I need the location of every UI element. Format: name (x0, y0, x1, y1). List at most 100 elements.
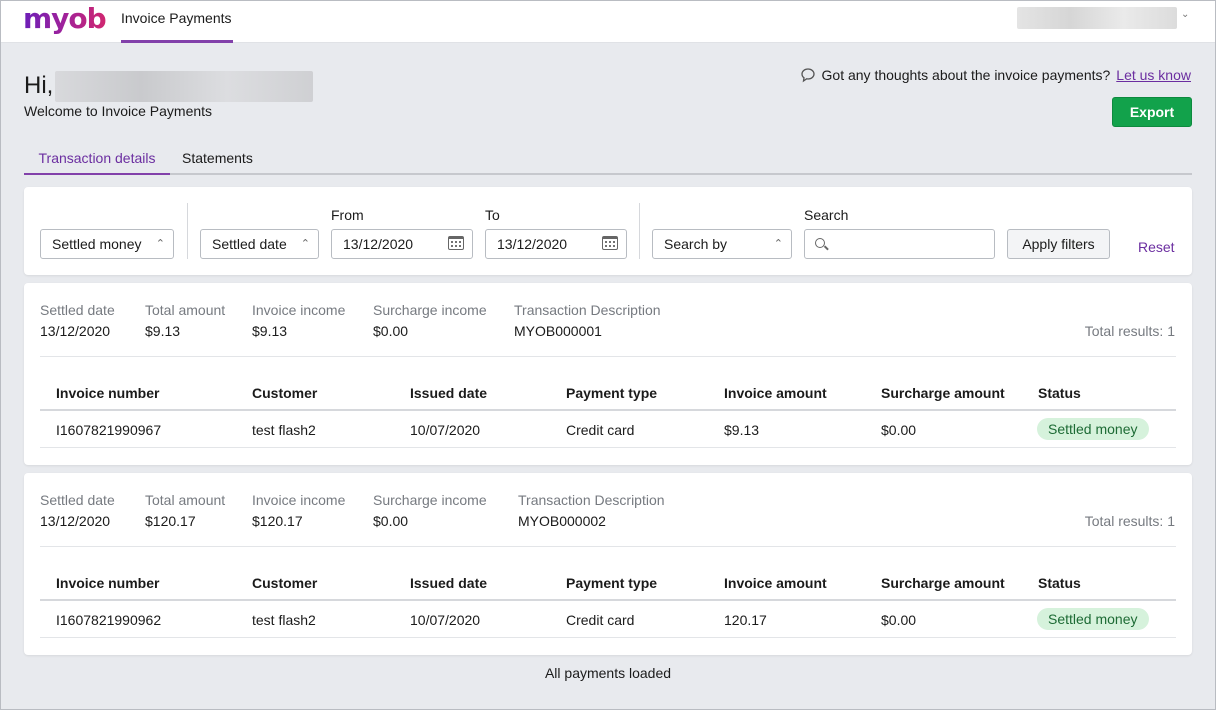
speech-bubble-icon (800, 68, 815, 83)
col-header-status: Status (1038, 575, 1081, 591)
surcharge-income-label: Surcharge income (373, 302, 487, 318)
money-type-select[interactable]: Settled money ⌃ (40, 229, 174, 259)
total-amount-value: $120.17 (145, 513, 196, 529)
money-type-value: Settled money (52, 236, 142, 252)
invoice-income-value: $120.17 (252, 513, 303, 529)
col-header-issued-date: Issued date (410, 385, 488, 401)
description-label: Transaction Description (518, 492, 665, 508)
cell-issued-date: 10/07/2020 (410, 612, 481, 628)
transaction-card: Settled date 13/12/2020 Total amount $12… (24, 473, 1192, 655)
surcharge-income-value: $0.00 (373, 323, 409, 339)
divider (40, 356, 1176, 357)
reset-link[interactable]: Reset (1138, 239, 1175, 255)
nav-tab-invoice-payments[interactable]: Invoice Payments (121, 1, 233, 43)
to-date-input[interactable]: 13/12/2020 (485, 229, 627, 259)
search-by-value: Search by (664, 236, 728, 252)
search-input[interactable] (804, 229, 995, 259)
top-bar: myob Invoice Payments ⌄ (1, 1, 1215, 43)
total-amount-label: Total amount (145, 492, 226, 508)
tab-bar: Transaction details Statements (24, 143, 1192, 175)
updown-chevron-icon: ⌃ (773, 238, 783, 250)
updown-chevron-icon: ⌃ (300, 238, 310, 250)
total-amount-value: $9.13 (145, 323, 181, 339)
table-header-divider (40, 409, 1176, 411)
calendar-icon[interactable] (602, 236, 618, 250)
total-results: Total results: 1 (1084, 513, 1175, 529)
settled-date-label: Settled date (40, 302, 115, 318)
col-header-invoice-number: Invoice number (56, 385, 160, 401)
myob-logo[interactable]: myob (23, 3, 107, 35)
cell-surcharge-amount: $0.00 (881, 422, 917, 438)
status-badge: Settled money (1037, 608, 1149, 630)
cell-invoice-number: I1607821990967 (56, 422, 162, 438)
from-label: From (331, 207, 364, 223)
date-type-select[interactable]: Settled date ⌃ (200, 229, 319, 259)
row-divider (40, 637, 1176, 638)
cell-invoice-number: I1607821990962 (56, 612, 162, 628)
user-name-redacted (1017, 7, 1177, 29)
updown-chevron-icon: ⌃ (155, 238, 165, 250)
description-value: MYOB000002 (518, 513, 606, 529)
tab-statements[interactable]: Statements (182, 143, 253, 175)
all-payments-loaded-text: All payments loaded (544, 665, 672, 681)
col-header-customer: Customer (252, 575, 318, 591)
col-header-surcharge-amount: Surcharge amount (881, 575, 1005, 591)
invoice-income-label: Invoice income (252, 302, 346, 318)
user-email-redacted (55, 71, 313, 102)
from-date-input[interactable]: 13/12/2020 (331, 229, 473, 259)
filter-panel: Settled money ⌃ Settled date ⌃ From 13/1… (24, 187, 1192, 275)
tab-transaction-details[interactable]: Transaction details (24, 143, 170, 175)
greeting-hi: Hi, (24, 72, 54, 99)
welcome-text: Welcome to Invoice Payments (24, 103, 213, 119)
row-divider (40, 447, 1176, 448)
table-header-divider (40, 599, 1176, 601)
divider (639, 203, 640, 259)
user-menu[interactable]: ⌄ (1017, 7, 1193, 29)
let-us-know-link[interactable]: Let us know (1116, 67, 1191, 83)
apply-filters-button[interactable]: Apply filters (1007, 229, 1110, 259)
cell-customer: test flash2 (252, 422, 316, 438)
search-by-select[interactable]: Search by ⌃ (652, 229, 792, 259)
description-value: MYOB000001 (514, 323, 602, 339)
cell-customer: test flash2 (252, 612, 316, 628)
invoice-income-value: $9.13 (252, 323, 288, 339)
status-badge: Settled money (1037, 418, 1149, 440)
col-header-invoice-amount: Invoice amount (724, 575, 827, 591)
col-header-invoice-amount: Invoice amount (724, 385, 827, 401)
settled-date-label: Settled date (40, 492, 115, 508)
col-header-invoice-number: Invoice number (56, 575, 160, 591)
total-results: Total results: 1 (1084, 323, 1175, 339)
cell-payment-type: Credit card (566, 612, 635, 628)
col-header-payment-type: Payment type (566, 385, 658, 401)
col-header-payment-type: Payment type (566, 575, 658, 591)
divider (40, 546, 1176, 547)
to-label: To (485, 207, 500, 223)
date-type-value: Settled date (212, 236, 287, 252)
divider (187, 203, 188, 259)
invoice-income-label: Invoice income (252, 492, 346, 508)
search-label: Search (804, 207, 849, 223)
chevron-down-icon: ⌄ (1181, 9, 1190, 20)
cell-issued-date: 10/07/2020 (410, 422, 481, 438)
feedback-text: Got any thoughts about the invoice payme… (821, 67, 1111, 83)
surcharge-income-label: Surcharge income (373, 492, 487, 508)
total-amount-label: Total amount (145, 302, 226, 318)
surcharge-income-value: $0.00 (373, 513, 409, 529)
cell-payment-type: Credit card (566, 422, 635, 438)
col-header-customer: Customer (252, 385, 318, 401)
transaction-card: Settled date 13/12/2020 Total amount $9.… (24, 283, 1192, 465)
description-label: Transaction Description (514, 302, 661, 318)
col-header-status: Status (1038, 385, 1081, 401)
calendar-icon[interactable] (448, 236, 464, 250)
export-button[interactable]: Export (1112, 97, 1192, 127)
col-header-surcharge-amount: Surcharge amount (881, 385, 1005, 401)
to-date-value: 13/12/2020 (497, 236, 568, 252)
cell-invoice-amount: 120.17 (724, 612, 767, 628)
search-icon (815, 238, 825, 248)
settled-date-value: 13/12/2020 (40, 323, 111, 339)
cell-surcharge-amount: $0.00 (881, 612, 917, 628)
col-header-issued-date: Issued date (410, 575, 488, 591)
settled-date-value: 13/12/2020 (40, 513, 111, 529)
from-date-value: 13/12/2020 (343, 236, 414, 252)
feedback-prompt: Got any thoughts about the invoice payme… (800, 67, 1191, 83)
